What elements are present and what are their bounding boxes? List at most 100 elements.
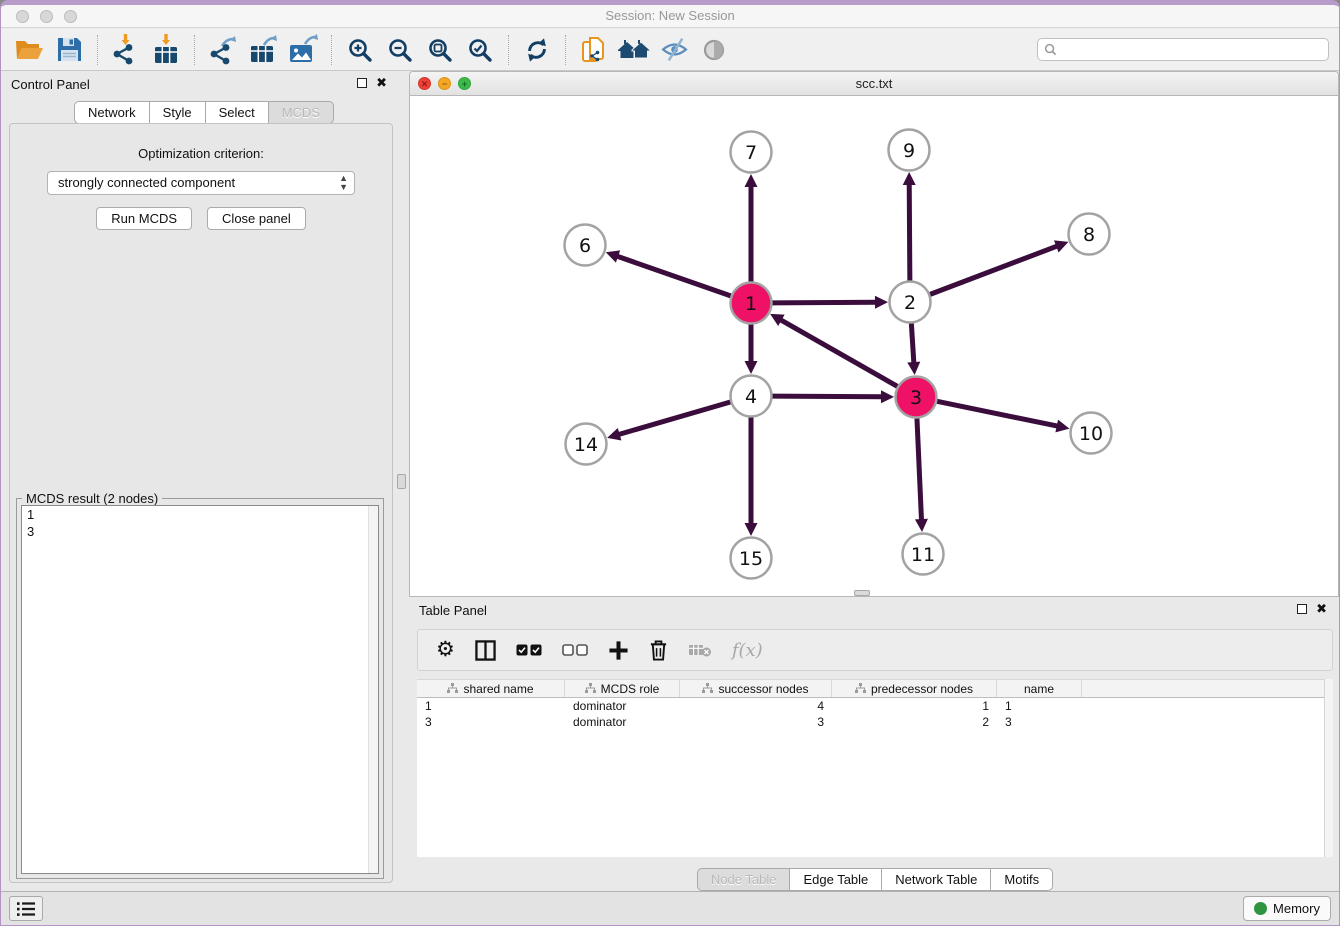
graph-edge-3-1[interactable] (780, 319, 898, 386)
graph-node-4[interactable]: 4 (731, 376, 772, 417)
select-all-button[interactable] (516, 644, 542, 656)
column-header-successor-nodes[interactable]: successor nodes (680, 680, 832, 697)
deselect-all-button[interactable] (562, 644, 588, 656)
column-header-name[interactable]: name (997, 680, 1082, 697)
table-cell[interactable]: dominator (565, 714, 680, 730)
tab-select[interactable]: Select (205, 101, 269, 124)
table-row[interactable]: 3dominator323 (417, 714, 1333, 730)
list-icon (16, 901, 36, 917)
graph-edge-2-3[interactable] (911, 323, 914, 364)
zoom-in-button[interactable] (343, 33, 377, 67)
search-input[interactable] (1037, 38, 1329, 61)
graph-node-10[interactable]: 10 (1071, 413, 1112, 454)
graph-edge-arrowhead (745, 523, 758, 536)
hide-elements-button[interactable] (657, 33, 691, 67)
column-header-predecessor-nodes[interactable]: predecessor nodes (832, 680, 997, 697)
table-row[interactable]: 1dominator411 (417, 698, 1333, 714)
import-table-button[interactable] (149, 33, 183, 67)
vertical-splitter-handle[interactable] (397, 474, 406, 489)
graph-node-2[interactable]: 2 (890, 282, 931, 323)
graph-node-14[interactable]: 14 (566, 424, 607, 465)
tab-mcds[interactable]: MCDS (268, 101, 334, 124)
mcds-result-box[interactable]: 13 (21, 505, 379, 874)
open-session-button[interactable] (12, 33, 46, 67)
export-network-button[interactable] (206, 33, 240, 67)
open-folder-icon (14, 36, 44, 63)
table-scrollbar[interactable] (1324, 679, 1333, 857)
memory-button[interactable]: Memory (1243, 896, 1331, 921)
toolbar-separator (194, 35, 195, 65)
mcds-panel: Optimization criterion: strongly connect… (9, 123, 393, 883)
close-panel-button[interactable]: Close panel (207, 207, 306, 230)
export-table-button[interactable] (246, 33, 280, 67)
table-cell[interactable]: 2 (832, 714, 997, 730)
export-image-button[interactable] (286, 33, 320, 67)
attribute-type-icon (702, 683, 713, 694)
graph-edge-4-3[interactable] (772, 396, 883, 397)
network-canvas[interactable]: 7 9 6 8 1 2 4 3 14 10 15 11 (410, 96, 1338, 596)
graph-node-1[interactable]: 1 (731, 283, 772, 324)
tab-network[interactable]: Network (74, 101, 150, 124)
search-field-wrap (1037, 38, 1329, 61)
zoom-out-button[interactable] (383, 33, 417, 67)
graph-node-9[interactable]: 9 (889, 130, 930, 171)
table-cell[interactable]: 3 (680, 714, 832, 730)
float-table-panel-icon[interactable] (1297, 604, 1307, 614)
refresh-button[interactable] (520, 33, 554, 67)
delete-row-button[interactable] (649, 639, 668, 662)
graph-edge-1-6[interactable] (616, 256, 731, 296)
column-header-shared-name[interactable]: shared name (417, 680, 565, 697)
zoom-selected-icon (467, 37, 493, 63)
home-button[interactable] (617, 33, 651, 67)
table-cell[interactable]: 3 (417, 714, 565, 730)
save-session-button[interactable] (52, 33, 86, 67)
table-panel: Table Panel ✖ ⚙ (409, 597, 1340, 897)
column-header-mcds-role[interactable]: MCDS role (565, 680, 680, 697)
graph-edge-2-8[interactable] (930, 246, 1058, 295)
network-graph[interactable]: 7 9 6 8 1 2 4 3 14 10 15 11 (410, 96, 1338, 596)
float-panel-icon[interactable] (357, 78, 367, 88)
table-tab-network-table[interactable]: Network Table (881, 868, 991, 891)
close-panel-icon[interactable]: ✖ (376, 75, 387, 91)
horizontal-splitter-handle[interactable] (854, 590, 870, 596)
table-tab-edge-table[interactable]: Edge Table (789, 868, 882, 891)
result-scrollbar[interactable] (368, 506, 378, 873)
function-builder-button[interactable]: f(x) (732, 640, 763, 661)
graph-node-11[interactable]: 11 (903, 534, 944, 575)
graph-node-7[interactable]: 7 (731, 132, 772, 173)
import-network-button[interactable] (109, 33, 143, 67)
zoom-selected-button[interactable] (463, 33, 497, 67)
tab-style[interactable]: Style (149, 101, 206, 124)
table-tab-motifs[interactable]: Motifs (990, 868, 1053, 891)
graph-edge-3-10[interactable] (937, 401, 1059, 426)
graph-edge-2-9[interactable] (909, 183, 910, 281)
save-floppy-icon (56, 36, 83, 63)
run-mcds-button[interactable]: Run MCDS (96, 207, 192, 230)
table-cell[interactable]: 1 (832, 698, 997, 714)
show-columns-button[interactable] (475, 640, 496, 661)
table-cell[interactable]: 3 (997, 714, 1082, 730)
zoom-fit-button[interactable] (423, 33, 457, 67)
show-elements-button[interactable] (697, 33, 731, 67)
table-tab-node-table[interactable]: Node Table (697, 868, 791, 891)
table-settings-button[interactable]: ⚙ (436, 640, 455, 660)
graph-node-15[interactable]: 15 (731, 538, 772, 579)
zoom-out-icon (387, 37, 413, 63)
add-row-button[interactable] (608, 640, 629, 661)
graph-edge-4-14[interactable] (618, 402, 731, 435)
clone-network-button[interactable] (577, 33, 611, 67)
graph-node-3[interactable]: 3 (896, 377, 937, 418)
graph-node-8[interactable]: 8 (1069, 214, 1110, 255)
graph-node-6[interactable]: 6 (565, 225, 606, 266)
graph-edge-3-11[interactable] (917, 418, 922, 521)
delete-table-button[interactable] (688, 643, 712, 658)
table-cell[interactable]: 4 (680, 698, 832, 714)
table-cell[interactable]: 1 (997, 698, 1082, 714)
task-history-button[interactable] (9, 896, 43, 921)
table-cell[interactable]: 1 (417, 698, 565, 714)
toolbar-separator (97, 35, 98, 65)
criterion-dropdown[interactable]: strongly connected component ▲▼ (47, 171, 355, 195)
table-cell[interactable]: dominator (565, 698, 680, 714)
graph-edge-1-2[interactable] (772, 302, 877, 303)
close-table-panel-icon[interactable]: ✖ (1316, 601, 1327, 617)
